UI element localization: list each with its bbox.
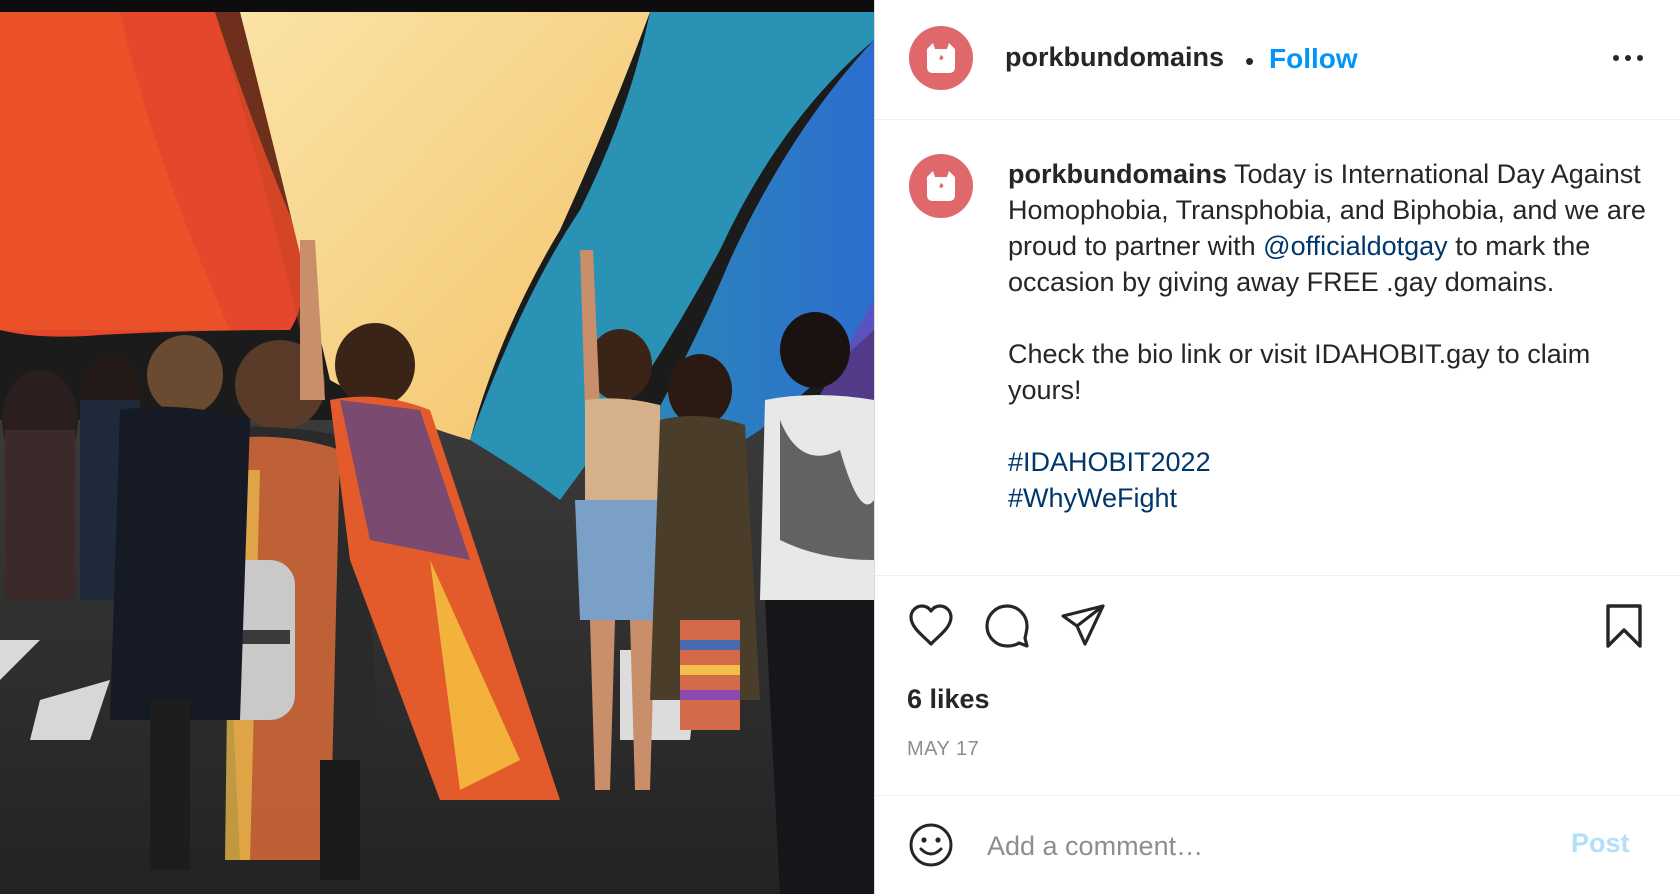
action-bar: 6 likes MAY 17 xyxy=(875,576,1680,796)
likes-count[interactable]: 6 likes xyxy=(907,684,990,715)
pig-logo-icon xyxy=(927,43,955,73)
post-details-panel: porkbundomains • Follow porkbundomains T… xyxy=(874,0,1680,894)
more-options-icon xyxy=(1613,55,1643,61)
bookmark-icon xyxy=(1606,604,1642,648)
header-username[interactable]: porkbundomains xyxy=(1005,42,1224,73)
pride-parade-photo xyxy=(0,0,874,894)
caption-avatar[interactable] xyxy=(909,154,973,218)
hashtag-link[interactable]: #IDAHOBIT2022 xyxy=(1008,447,1211,477)
follow-button[interactable]: Follow xyxy=(1269,43,1358,75)
pig-logo-icon xyxy=(927,171,955,201)
heart-icon xyxy=(909,604,953,646)
caption-text: porkbundomains Today is International Da… xyxy=(1008,156,1648,516)
hashtag-link[interactable]: #WhyWeFight xyxy=(1008,483,1177,513)
caption-username[interactable]: porkbundomains xyxy=(1008,159,1227,189)
mention-link[interactable]: @officialdotgay xyxy=(1263,231,1448,261)
comment-icon xyxy=(985,604,1029,648)
comment-bar: Post xyxy=(875,796,1680,894)
comment-input[interactable] xyxy=(987,826,1547,866)
share-button[interactable] xyxy=(1059,602,1107,655)
post-date[interactable]: MAY 17 xyxy=(907,738,979,761)
save-button[interactable] xyxy=(1602,602,1646,655)
emoji-icon xyxy=(909,823,953,867)
separator-dot: • xyxy=(1245,46,1255,76)
more-options-button[interactable] xyxy=(1608,44,1648,74)
comment-button[interactable] xyxy=(983,602,1031,655)
instagram-post: porkbundomains • Follow porkbundomains T… xyxy=(0,0,1680,894)
post-header: porkbundomains • Follow xyxy=(875,0,1680,120)
share-icon xyxy=(1061,604,1105,646)
avatar[interactable] xyxy=(909,26,973,90)
post-photo[interactable] xyxy=(0,0,874,894)
emoji-button[interactable] xyxy=(907,821,955,874)
caption-section: porkbundomains Today is International Da… xyxy=(875,120,1680,576)
caption-paragraph-2: Check the bio link or visit IDAHOBIT.gay… xyxy=(1008,339,1591,405)
like-button[interactable] xyxy=(907,602,955,655)
post-comment-button[interactable]: Post xyxy=(1571,828,1630,859)
